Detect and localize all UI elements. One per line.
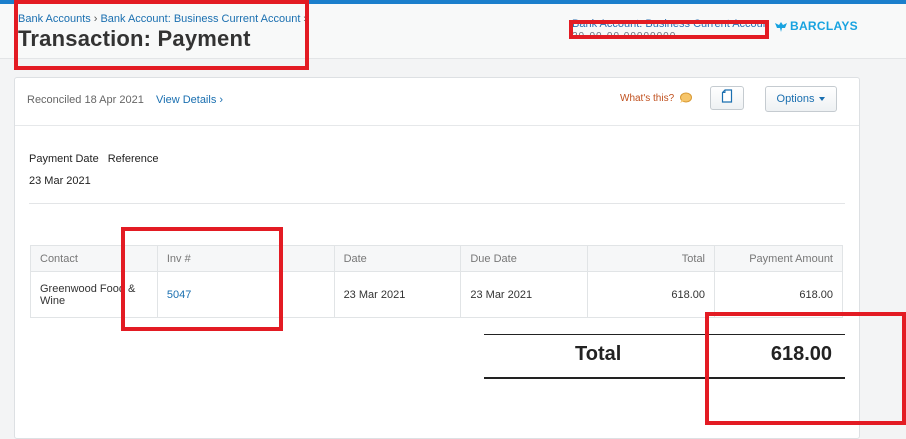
breadcrumb-separator: ›: [93, 13, 98, 25]
reconciled-status: Reconciled 18 Apr 2021: [27, 94, 144, 106]
total-rule-top: [484, 334, 845, 335]
grand-total-label: Total: [575, 343, 622, 365]
eagle-icon: [774, 20, 788, 32]
chevron-down-icon: [819, 97, 826, 101]
breadcrumb: Bank Accounts › Bank Account: Business Cur…: [18, 13, 310, 25]
breadcrumb-bank-accounts[interactable]: Bank Accounts: [18, 13, 91, 25]
document-icon: [721, 88, 733, 108]
column-header-invoice: Inv #: [156, 245, 335, 272]
page-title: Transaction: Payment: [18, 26, 251, 51]
invoice-cell: 5047: [156, 271, 335, 318]
bank-logo: BARCLAYS: [774, 19, 858, 33]
reference-label: Reference: [107, 153, 159, 165]
bank-logo-text: BARCLAYS: [790, 19, 858, 33]
section-divider: [29, 203, 845, 204]
panel-toolbar: Reconciled 18 Apr 2021 View Details › Wh…: [15, 78, 859, 126]
total-rule-bottom: [484, 377, 845, 379]
breadcrumb-bank-account[interactable]: Bank Account: Business Current Account: [100, 13, 300, 25]
payment-lines-table: Contact Inv # Date Due Date Total Paymen…: [30, 245, 843, 318]
breadcrumb-separator: ›: [303, 13, 308, 25]
payment-meta-labels: Payment Date Reference: [29, 153, 158, 165]
payment-amount-cell: 618.00: [714, 271, 843, 318]
transaction-panel: Reconciled 18 Apr 2021 View Details › Wh…: [14, 77, 860, 439]
view-details-link[interactable]: View Details ›: [156, 94, 223, 106]
contact-cell: Greenwood Food & Wine: [30, 271, 158, 318]
options-label: Options: [776, 93, 815, 105]
whats-this-label: What's this?: [620, 92, 675, 104]
whats-this-link[interactable]: What's this?: [620, 92, 693, 104]
grand-total-value: 618.00: [770, 343, 832, 365]
table-row: Greenwood Food & Wine 5047 23 Mar 2021 2…: [30, 271, 843, 318]
invoice-link[interactable]: 5047: [167, 289, 191, 301]
table-header-row: Contact Inv # Date Due Date Total Paymen…: [30, 245, 843, 272]
account-number: 20-00-00 00000000: [572, 31, 677, 42]
column-header-due-date: Due Date: [460, 245, 589, 272]
column-header-payment-amount: Payment Amount: [714, 245, 843, 272]
column-header-date: Date: [333, 245, 462, 272]
account-info: Bank Account: Business Current Account 2…: [572, 18, 768, 43]
payment-date-value: 23 Mar 2021: [29, 175, 91, 187]
column-header-contact: Contact: [30, 245, 158, 272]
attach-document-button[interactable]: [710, 86, 744, 110]
column-header-total: Total: [587, 245, 716, 272]
payment-date-label: Payment Date: [29, 153, 99, 165]
due-date-cell: 23 Mar 2021: [460, 271, 589, 318]
account-name[interactable]: Bank Account: Business Current Account: [572, 18, 768, 31]
options-button[interactable]: Options: [765, 86, 837, 112]
help-bubble-icon: [679, 92, 693, 104]
date-cell: 23 Mar 2021: [333, 271, 462, 318]
total-cell: 618.00: [587, 271, 716, 318]
page-header: Bank Accounts › Bank Account: Business Cur…: [0, 4, 906, 59]
